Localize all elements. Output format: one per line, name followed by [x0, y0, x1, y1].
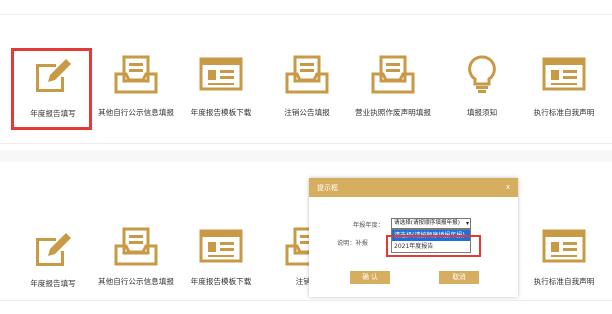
dialog-header: 提示框 x — [309, 178, 518, 197]
tile-standard-declaration[interactable]: 执行标准自我声明 — [519, 56, 609, 117]
tile-template-download[interactable]: 年度报告模板下载 — [176, 228, 266, 286]
service-panel-bottom: 年度报告填写 其他自行公示信息填报 年度报告模板下载 注销公 执行标准自我声明 — [0, 162, 612, 314]
tile-other-disclosure[interactable]: 其他自行公示信息填报 — [91, 54, 181, 117]
chevron-down-icon: ▾ — [465, 220, 469, 227]
dialog-title: 提示框 — [317, 184, 338, 192]
lightbulb-icon — [468, 55, 496, 93]
tile-license-void[interactable]: 营业执照作废声明填报 — [348, 54, 438, 117]
tile-cancellation-notice[interactable]: 注销公告填报 — [262, 54, 352, 117]
year-select[interactable]: 请选择(请按顺序填报年报) ▾ — [391, 218, 471, 229]
tile-label: 执行标准自我声明 — [533, 277, 595, 286]
panel-separator — [0, 150, 612, 162]
inbox-tray-icon — [285, 55, 329, 94]
document-template-icon — [199, 229, 243, 263]
divider — [0, 143, 612, 144]
document-template-icon — [542, 229, 586, 263]
document-template-icon — [199, 57, 243, 91]
service-panel-top: 年度报告填写 其他自行公示信息填报 年度报告模板下载 注销公告填报 营业执照作废… — [0, 0, 612, 150]
cancel-button[interactable]: 取消 — [439, 271, 479, 284]
tile-annual-report[interactable]: 年度报告填写 — [8, 226, 98, 288]
confirm-button[interactable]: 确 认 — [350, 271, 390, 284]
tile-template-download[interactable]: 年度报告模板下载 — [176, 56, 266, 117]
inbox-tray-icon — [371, 55, 415, 94]
tile-standard-declaration[interactable]: 执行标准自我声明 — [519, 228, 609, 286]
pencil-edit-icon — [36, 233, 71, 266]
document-template-icon — [542, 57, 586, 91]
note-label: 说明：补报 — [337, 240, 368, 247]
option-highlight — [386, 235, 481, 257]
tile-label: 执行标准自我声明 — [533, 108, 595, 117]
year-select-value: 请选择(请按顺序填报年报) — [394, 220, 460, 226]
tile-other-disclosure[interactable]: 其他自行公示信息填报 — [91, 226, 181, 286]
inbox-tray-icon — [114, 227, 158, 266]
divider — [0, 300, 612, 301]
tile-filing-notes[interactable]: 填报须知 — [437, 54, 527, 117]
close-icon[interactable]: x — [506, 183, 510, 191]
inbox-tray-icon — [114, 55, 158, 94]
divider — [0, 14, 612, 15]
year-label: 年报年度： — [353, 222, 384, 229]
